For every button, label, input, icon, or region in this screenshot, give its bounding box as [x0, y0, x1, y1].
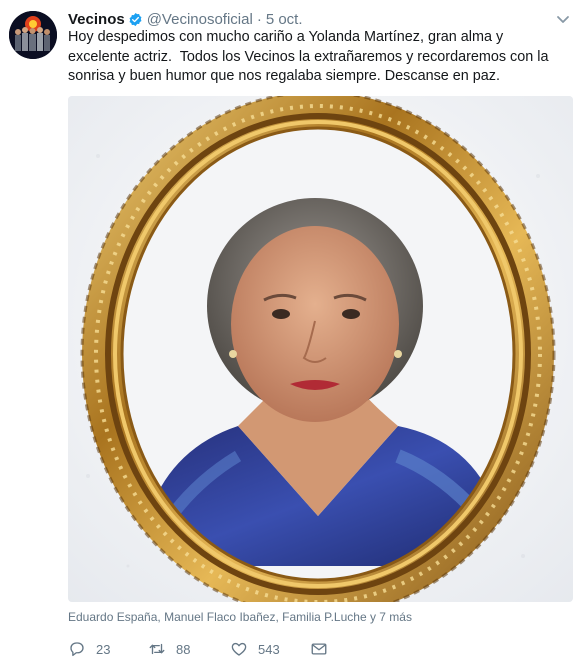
retweet-button[interactable]: 88 — [148, 640, 230, 658]
like-count: 543 — [258, 641, 280, 657]
tweet-card: Vecinos @Vecinosoficial · 5 oct. Hoy des… — [0, 0, 580, 666]
verified-badge-icon — [128, 12, 143, 27]
retweet-icon — [149, 643, 165, 655]
tweet-text: Hoy despedimos con mucho cariño a Yoland… — [68, 29, 553, 84]
separator-dot: · — [256, 10, 262, 28]
avatar[interactable] — [9, 11, 57, 59]
reply-count: 23 — [96, 641, 111, 657]
tweet-date[interactable]: 5 oct. — [266, 11, 303, 28]
retweet-count: 88 — [176, 641, 191, 657]
direct-message-button[interactable] — [310, 640, 328, 658]
reply-icon — [70, 642, 84, 657]
like-button[interactable]: 543 — [230, 640, 310, 658]
reply-button[interactable]: 23 — [68, 640, 148, 658]
tweet-actions: 23 88 543 — [68, 638, 328, 660]
user-handle[interactable]: @Vecinosoficial — [147, 11, 253, 28]
chevron-down-icon[interactable] — [556, 12, 570, 23]
tagged-people[interactable]: Eduardo España, Manuel Flaco Ibañez, Fam… — [68, 610, 412, 624]
tweet-photo[interactable] — [68, 96, 573, 602]
heart-icon — [231, 642, 247, 656]
display-name[interactable]: Vecinos — [68, 11, 125, 28]
envelope-icon — [311, 643, 327, 655]
tweet-header: Vecinos @Vecinosoficial · 5 oct. — [68, 9, 303, 29]
